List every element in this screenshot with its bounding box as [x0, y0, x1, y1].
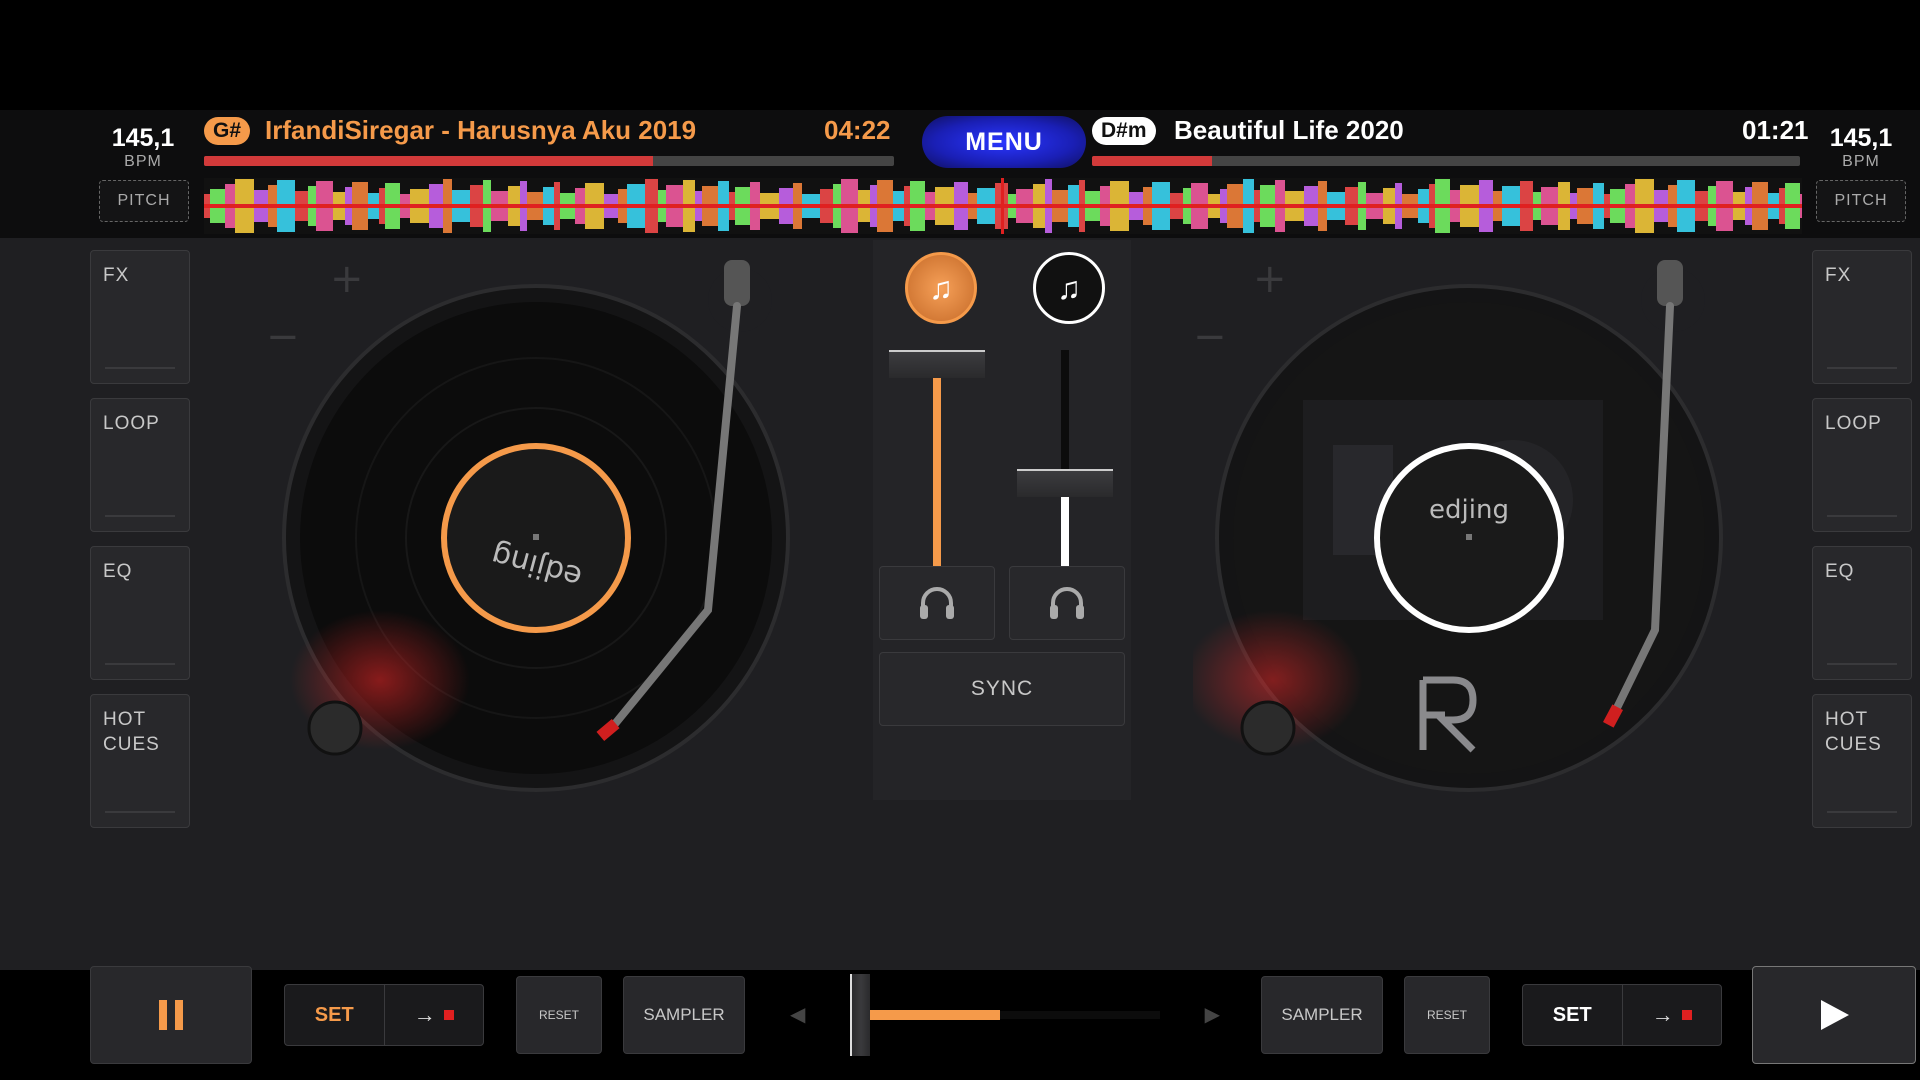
bpm-value-right: 145,1 — [1829, 124, 1893, 152]
arrow-right-icon: → — [1651, 1002, 1674, 1027]
track-time-right: 01:21 — [1742, 115, 1809, 145]
crossfader-handle[interactable] — [850, 974, 870, 1056]
bpm-display-right: 145,1 BPM — [1806, 118, 1916, 171]
loop-button-right[interactable]: LOOP — [1812, 398, 1912, 532]
music-note-plus-icon: ♫ — [1057, 269, 1081, 306]
eq-button-right[interactable]: EQ — [1812, 546, 1912, 680]
loop-button-left[interactable]: LOOP — [90, 398, 190, 532]
menu-button[interactable]: MENU — [922, 116, 1086, 168]
record-indicator-icon — [443, 1010, 454, 1020]
cue-jump-button-right[interactable]: → — [1623, 985, 1722, 1045]
set-cue-button-left[interactable]: SET — [285, 985, 385, 1045]
crossfader-fill — [870, 1010, 1000, 1020]
edjing-logo-right: edjing — [1429, 495, 1509, 525]
bpm-label-right: BPM — [1842, 153, 1880, 170]
headphones-icon — [920, 587, 954, 619]
cue-jump-button-left[interactable]: → — [385, 985, 484, 1045]
volume-handle-left[interactable] — [889, 350, 985, 378]
reset-button-right[interactable]: RESET — [1404, 976, 1490, 1054]
sync-button[interactable]: SYNC — [879, 652, 1125, 726]
fx-button-left[interactable]: FX — [90, 250, 190, 384]
waveform-overview[interactable] — [204, 178, 1802, 234]
bottom-bar: SET → RESET SAMPLER ◀ ▶ SAMPLER RESET SE… — [0, 952, 1920, 1080]
fx-button-right[interactable]: FX — [1812, 250, 1912, 384]
music-note-plus-icon: ♫ — [929, 269, 953, 306]
pitch-plus-icon-left[interactable]: + — [330, 256, 364, 302]
key-badge-left: G# — [204, 117, 251, 145]
cue-set-group-left: SET → — [284, 984, 484, 1046]
eq-button-left[interactable]: EQ — [90, 546, 190, 680]
dj-app: 145,1 BPM PITCH G# IrfandiSiregar - Haru… — [0, 110, 1920, 1064]
headphones-icon — [1050, 587, 1084, 619]
bpm-display-left: 145,1 BPM — [88, 118, 198, 171]
pitch-minus-icon-left[interactable]: − — [266, 314, 300, 360]
top-bar: 145,1 BPM PITCH G# IrfandiSiregar - Haru… — [0, 110, 1920, 238]
pause-icon — [159, 1000, 183, 1030]
brake-knob-left[interactable] — [307, 700, 363, 756]
play-icon — [1821, 1000, 1849, 1030]
play-pause-button-right[interactable] — [1752, 966, 1916, 1064]
bpm-label-left: BPM — [124, 153, 162, 170]
track-title-right: Beautiful Life 2020 — [1174, 115, 1404, 145]
sampler-button-left[interactable]: SAMPLER — [623, 976, 745, 1054]
pitch-button-left[interactable]: PITCH — [99, 180, 189, 222]
hot-cues-button-right[interactable]: HOT CUES — [1812, 694, 1912, 828]
volume-handle-right[interactable] — [1017, 468, 1113, 497]
track-progress-right[interactable] — [1092, 156, 1800, 166]
set-cue-button-right[interactable]: SET — [1523, 985, 1623, 1045]
pitch-plus-icon-right[interactable]: + — [1253, 256, 1287, 302]
arrow-right-icon: → — [413, 1002, 436, 1027]
hot-cues-button-left[interactable]: HOT CUES — [90, 694, 190, 828]
load-track-button-right[interactable]: ♫ — [1033, 252, 1105, 324]
key-badge-right: D#m — [1092, 117, 1156, 145]
bpm-value-left: 145,1 — [111, 124, 175, 152]
track-time-left: 04:22 — [824, 115, 891, 145]
reset-button-left[interactable]: RESET — [516, 976, 602, 1054]
brake-knob-right[interactable] — [1240, 700, 1296, 756]
turntable-right[interactable]: + − edjing — [1193, 250, 1753, 810]
sampler-button-right[interactable]: SAMPLER — [1261, 976, 1383, 1054]
record-indicator-icon — [1681, 1010, 1692, 1020]
pitch-button-right[interactable]: PITCH — [1816, 180, 1906, 222]
play-pause-button-left[interactable] — [90, 966, 252, 1064]
load-track-button-left[interactable]: ♫ — [905, 252, 977, 324]
playhead-marker — [1001, 178, 1004, 234]
headphones-cue-button-left[interactable] — [879, 566, 995, 640]
cue-set-group-right: SET → — [1522, 984, 1722, 1046]
pitch-minus-icon-right[interactable]: − — [1193, 314, 1227, 360]
headphones-cue-button-right[interactable] — [1009, 566, 1125, 640]
turntable-left[interactable]: + − edjing — [260, 250, 820, 810]
track-progress-left[interactable] — [204, 156, 894, 166]
crossfader-left-arrow-icon[interactable]: ◀ — [790, 1002, 805, 1027]
mixer: ♫ ♫ SYNC — [873, 240, 1131, 800]
crossfader-right-arrow-icon[interactable]: ▶ — [1205, 1002, 1220, 1027]
track-title-left: IrfandiSiregar - Harusnya Aku 2019 — [265, 115, 697, 145]
crossfader[interactable]: ◀ ▶ — [790, 972, 1220, 1058]
